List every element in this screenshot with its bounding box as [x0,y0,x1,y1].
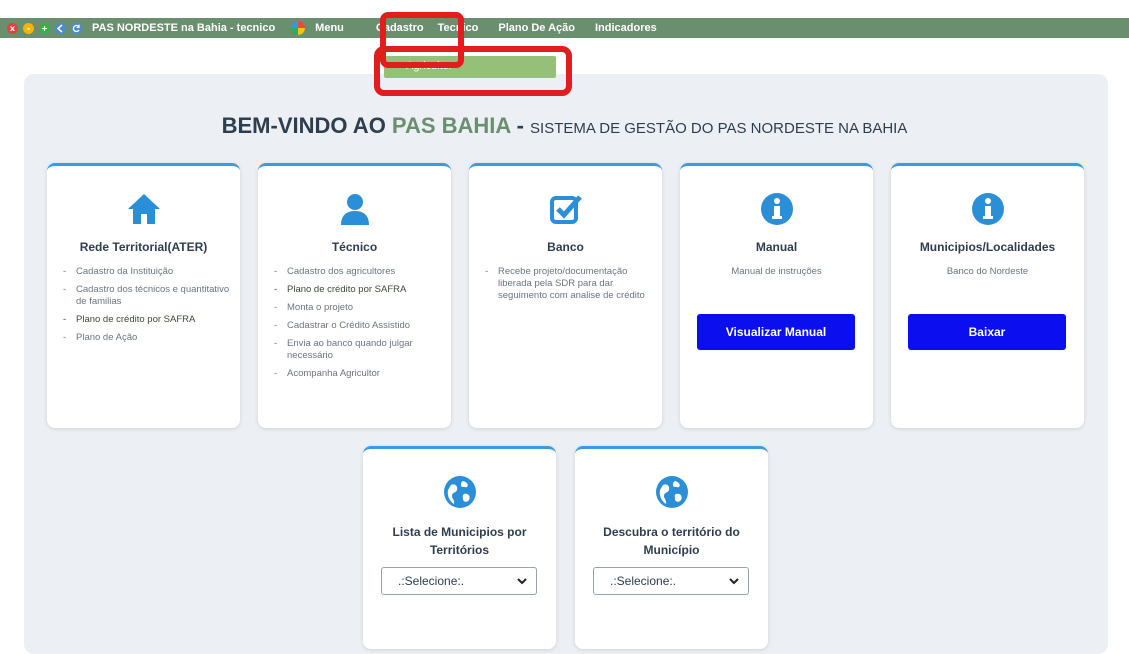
menu-item-menu[interactable]: Menu [315,22,344,34]
back-icon[interactable] [55,22,66,34]
page-title: BEM-VINDO AO PAS BAHIA - SISTEMA DE GEST… [0,113,1129,139]
list-item: Monta o projeto [272,302,442,314]
title-prefix: BEM-VINDO AO [221,113,392,138]
territorios-select[interactable]: .:Selecione:. [381,567,537,595]
menu-item-indicadores[interactable]: Indicadores [595,22,657,34]
cadastro-dropdown: Agricultor [384,56,556,78]
refresh-icon[interactable] [71,22,82,34]
card-territorio-municipio: Descubra o território do Município .:Sel… [575,446,768,649]
list-item: Plano de crédito por SAFRA [61,314,231,326]
card-title: Técnico [331,240,378,254]
card-title-line: Lista de Municipios por [392,525,527,539]
minimize-window-icon[interactable]: - [23,22,34,34]
dropdown-item-agricultor[interactable]: Agricultor [406,60,452,72]
chevron-down-icon [728,575,740,590]
globe-icon [363,475,556,509]
info-icon [680,192,873,226]
card-list: Cadastro dos agricultores Plano de crédi… [272,266,442,386]
municipio-select[interactable]: .:Selecione:. [593,567,749,595]
user-icon [258,192,451,226]
card-title-line: Descubra o território do [603,525,740,539]
select-value: .:Selecione:. [398,574,465,588]
top-strip [0,0,1129,18]
info-icon [891,192,1084,226]
card-lista-municipios: Lista de Municipios por Territórios .:Se… [363,446,556,649]
app-title: PAS NORDESTE na Bahia - tecnico [92,22,276,34]
card-title: Rede Territorial(ATER) [79,240,208,254]
list-item: Recebe projeto/documentação liberada pel… [483,266,653,302]
maximize-window-icon[interactable]: + [39,22,50,34]
card-title: Banco [547,240,584,254]
list-item: Cadastro dos agricultores [272,266,442,278]
close-window-icon[interactable]: x [7,22,18,34]
card-title-line: Territórios [429,543,490,557]
list-item: Cadastro dos técnicos e quantitativo de … [61,284,231,308]
card-title: Descubra o território do Município [575,523,768,559]
title-brand: PAS BAHIA [391,113,511,138]
download-button[interactable]: Baixar [908,314,1066,350]
card-municipios: Municipios/Localidades Banco do Nordeste… [891,163,1084,428]
view-manual-button[interactable]: Visualizar Manual [697,314,855,350]
card-description: Manual de instruções [731,266,822,277]
list-item: Plano de Ação [61,332,231,344]
card-title-line: Município [643,543,700,557]
card-title: Lista de Municipios por Territórios [363,523,556,559]
card-banco: Banco Recebe projeto/documentação libera… [469,163,662,428]
card-title: Municipios/Localidades [919,240,1056,254]
chevron-down-icon [516,575,528,590]
select-value: .:Selecione:. [610,574,677,588]
list-item: Envia ao banco quando julgar necessário [272,338,442,362]
menu-item-plano-de-acao[interactable]: Plano De Ação [498,22,575,34]
menubar: x - + PAS NORDESTE na Bahia - tecnico Me… [0,18,1129,38]
title-subtitle: SISTEMA DE GESTÃO DO PAS NORDESTE NA BAH… [530,120,908,137]
home-icon [47,192,240,226]
list-item: Plano de crédito por SAFRA [272,284,442,296]
check-square-icon [469,192,662,226]
app-logo-icon [291,21,306,35]
card-title: Manual [755,240,798,254]
card-list: Recebe projeto/documentação liberada pel… [483,266,653,308]
menu-item-tecnico[interactable]: Tecnico [438,22,479,34]
card-tecnico: Técnico Cadastro dos agricultores Plano … [258,163,451,428]
list-item: Acompanha Agricultor [272,368,442,380]
card-manual: Manual Manual de instruções Visualizar M… [680,163,873,428]
card-rede-territorial: Rede Territorial(ATER) Cadastro da Insti… [47,163,240,428]
list-item: Cadastro da Instituição [61,266,231,278]
title-separator: - [510,113,531,138]
card-description: Banco do Nordeste [946,266,1029,277]
globe-icon [575,475,768,509]
menu-item-cadastro[interactable]: Cadastro [376,22,424,34]
card-list: Cadastro da Instituição Cadastro dos téc… [61,266,231,350]
list-item: Cadastrar o Crédito Assistido [272,320,442,332]
